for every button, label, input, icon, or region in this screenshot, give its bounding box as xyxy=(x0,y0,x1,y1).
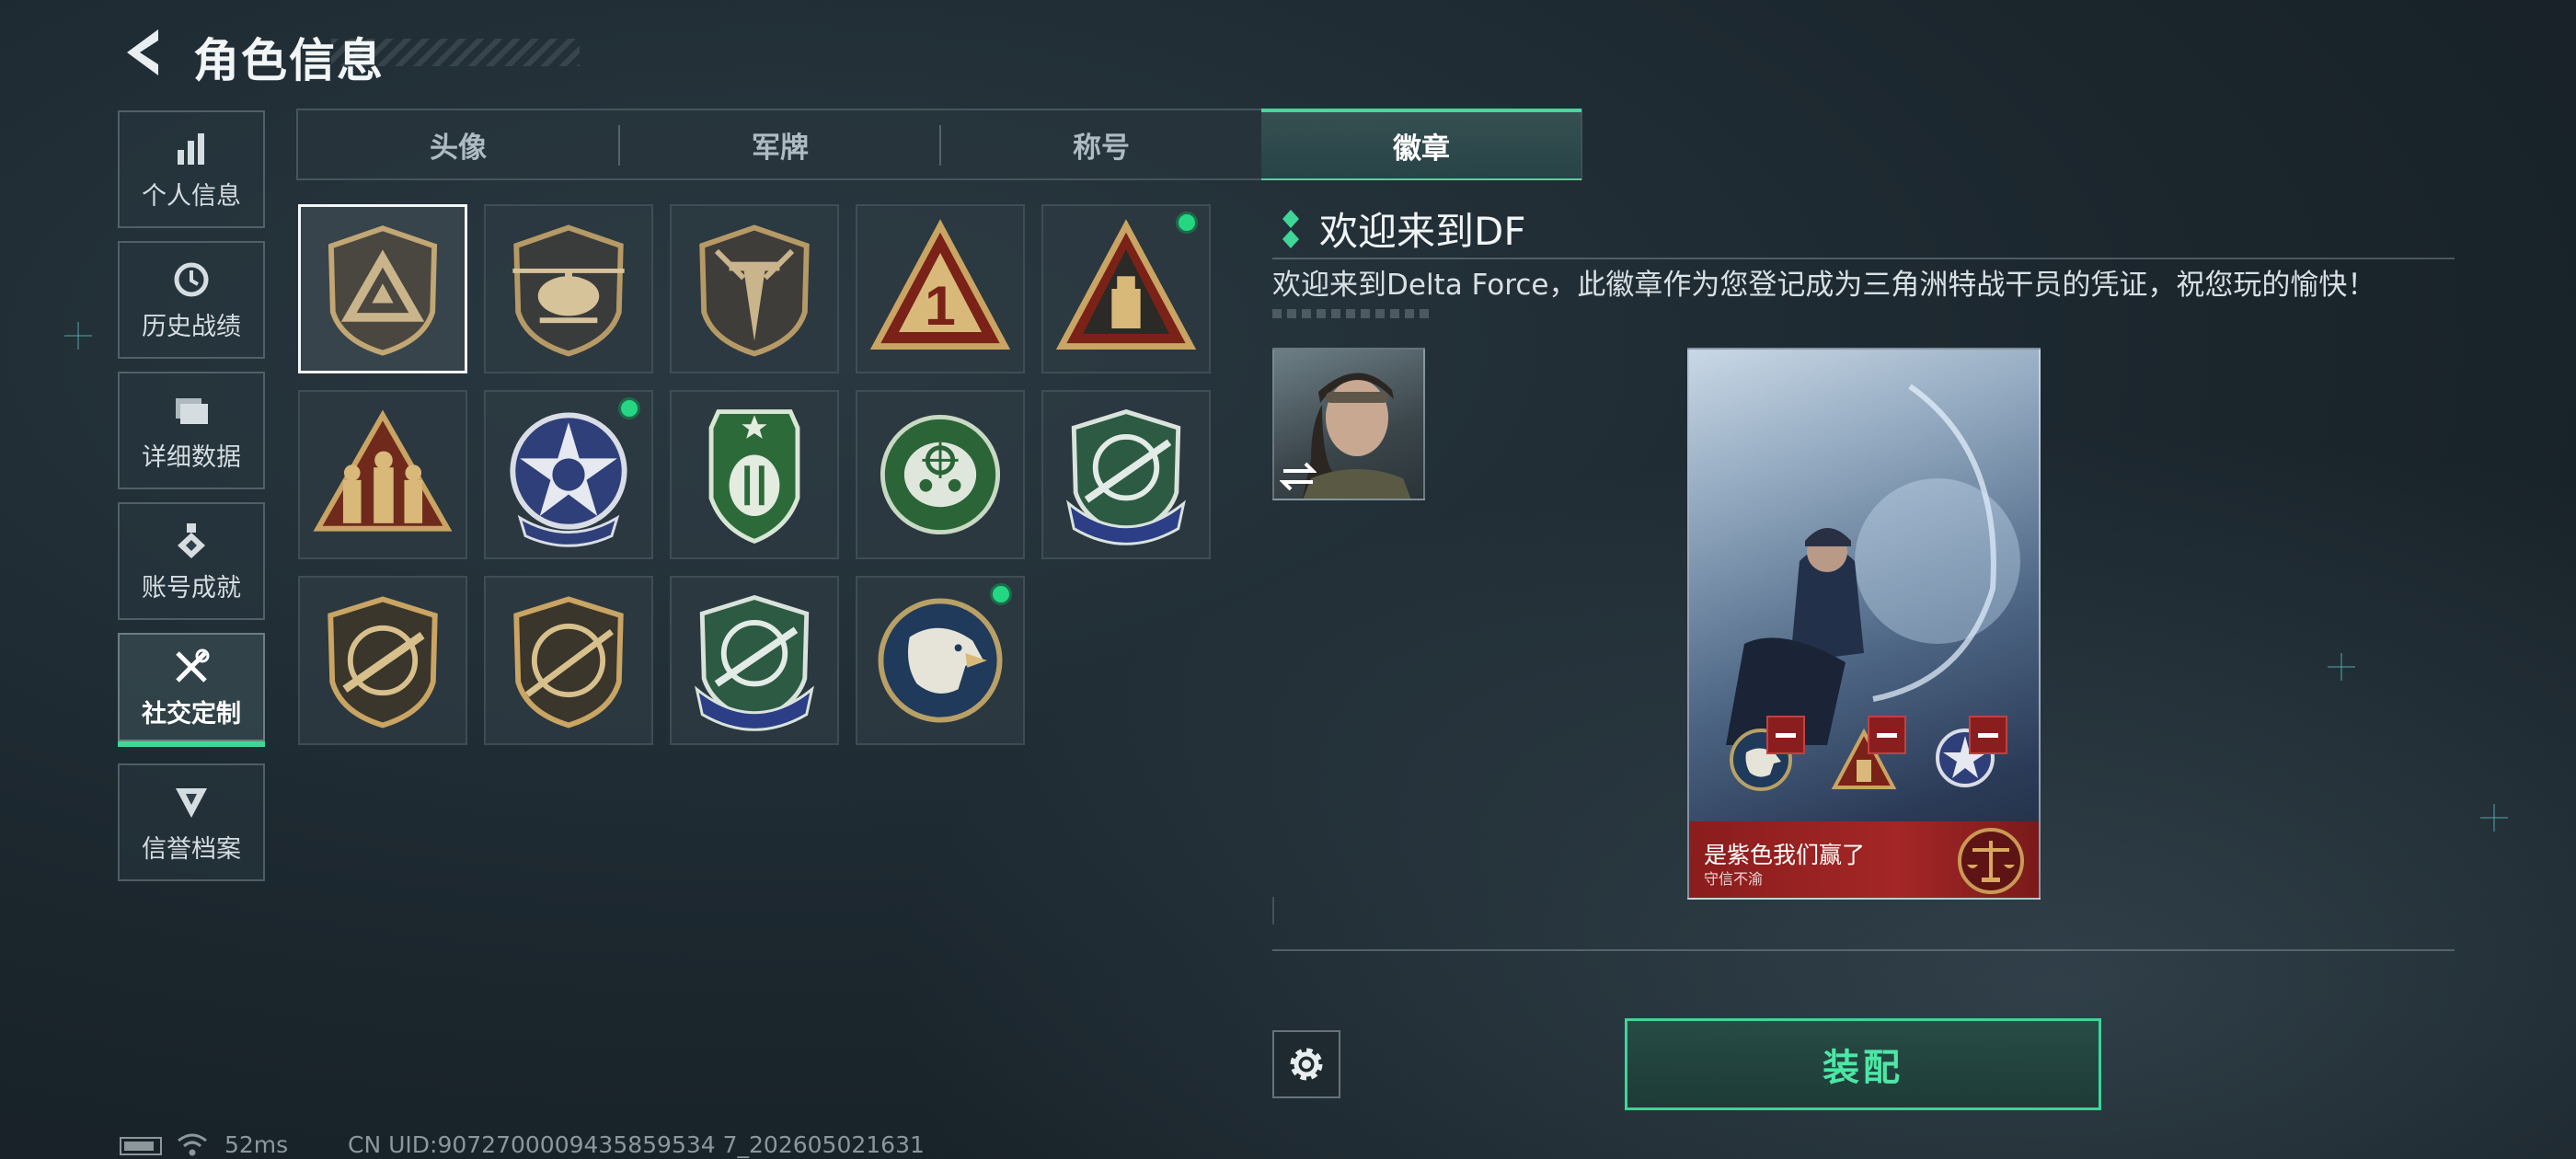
svg-text:1: 1 xyxy=(925,274,956,337)
tab-badge[interactable]: 徽章 xyxy=(1261,109,1581,180)
number-one-triangle-badge-icon: 1 xyxy=(869,219,1011,350)
swap-arrows-icon[interactable] xyxy=(1280,458,1317,495)
badge-cell[interactable] xyxy=(1041,390,1211,559)
delta-triangle-badge-icon xyxy=(328,225,438,356)
remove-badge-button[interactable] xyxy=(1868,716,1906,754)
minus-icon xyxy=(1776,732,1796,738)
badge-cell[interactable] xyxy=(670,576,839,745)
remove-badge-button[interactable] xyxy=(1766,716,1805,754)
badge-cell[interactable] xyxy=(298,390,467,559)
divider xyxy=(1272,258,2455,259)
ping-text: 52ms xyxy=(224,1131,289,1158)
shield-rank-icon xyxy=(176,787,207,818)
nav-label: 账号成就 xyxy=(142,573,241,602)
badge-cell[interactable] xyxy=(298,204,467,373)
rifle-crosshair-gold-badge-icon xyxy=(328,596,438,729)
rifle-crosshair-blue-badge-icon xyxy=(1066,408,1186,545)
nav-item-reputation[interactable]: 信誉档案 xyxy=(118,763,265,881)
badge-cell[interactable] xyxy=(484,576,653,745)
gear-icon xyxy=(1290,1048,1323,1081)
bar-chart-icon xyxy=(178,132,204,165)
helicopter-badge-icon xyxy=(512,224,625,357)
badge-name: 欢迎来到DF xyxy=(1319,209,1526,254)
wifi-icon xyxy=(178,1133,207,1156)
nav-label: 信誉档案 xyxy=(142,834,241,864)
green-shield-emblem-badge-icon xyxy=(708,409,800,545)
badge-cell[interactable] xyxy=(670,204,839,373)
badge-cell[interactable] xyxy=(670,390,839,559)
folder-icon xyxy=(176,397,208,424)
badge-cell[interactable] xyxy=(484,204,653,373)
new-indicator-dot xyxy=(990,583,1012,605)
nav-item-social-customization[interactable]: 社交定制 xyxy=(118,633,265,741)
scales-of-justice-icon xyxy=(1958,828,2024,894)
badge-cell[interactable] xyxy=(298,576,467,745)
nav-item-achievements[interactable]: 账号成就 xyxy=(118,502,265,620)
dagger-shield-badge-icon xyxy=(699,224,810,357)
tools-wrench-icon xyxy=(176,648,210,683)
equip-button[interactable]: 装配 xyxy=(1625,1018,2101,1110)
achievement-medal-icon xyxy=(178,522,205,558)
divider xyxy=(1272,949,2455,951)
settings-button[interactable] xyxy=(1272,1030,1340,1098)
nav-item-personal-info[interactable]: 个人信息 xyxy=(118,110,265,228)
badge-description: 欢迎来到Delta Force，此徽章作为您登记成为三角洲特战干员的凭证，祝您玩… xyxy=(1272,269,2376,302)
nav-item-detailed-data[interactable]: 详细数据 xyxy=(118,372,265,489)
crosshair-decoration-icon xyxy=(2328,653,2355,681)
title-decoration xyxy=(331,39,580,66)
nav-label: 社交定制 xyxy=(142,699,241,729)
history-clock-icon xyxy=(174,262,209,296)
rifle-crosshair-blue-banner-badge-icon xyxy=(695,594,814,731)
tab-title[interactable]: 称号 xyxy=(941,109,1261,180)
badge-cell[interactable] xyxy=(856,390,1025,559)
badge-cell[interactable]: 1 xyxy=(856,204,1025,373)
frame-line xyxy=(1272,897,1274,924)
nav-label: 历史战绩 xyxy=(142,312,241,341)
badge-preview-card xyxy=(1687,348,2041,900)
battery-icon xyxy=(120,1137,162,1155)
card-player-name: 是紫色我们赢了 xyxy=(1704,842,1866,868)
new-indicator-dot xyxy=(1176,212,1198,234)
minus-icon xyxy=(1978,732,1998,738)
title-marker-icon xyxy=(1282,210,1299,248)
nav-label: 详细数据 xyxy=(142,442,241,472)
faded-subtext xyxy=(1272,309,1433,318)
nav-item-history[interactable]: 历史战绩 xyxy=(118,241,265,359)
tab-avatar[interactable]: 头像 xyxy=(298,109,618,180)
green-skull-crosshair-badge-icon xyxy=(880,414,1001,535)
remove-badge-button[interactable] xyxy=(1969,716,2007,754)
soldiers-triangle-badge-icon xyxy=(313,409,453,532)
avatar[interactable] xyxy=(1272,348,1425,500)
uid-text: CN UID:9072700009435859534 7_20260502163… xyxy=(348,1131,925,1158)
minus-icon xyxy=(1877,732,1897,738)
card-subtitle: 守信不渝 xyxy=(1704,870,1764,888)
card-artwork-icon xyxy=(1726,384,2020,745)
nav-label: 个人信息 xyxy=(142,181,241,211)
nav-active-indicator xyxy=(118,741,265,747)
crosshair-decoration-icon xyxy=(64,322,92,350)
crosshair-decoration-icon xyxy=(2480,804,2508,832)
back-arrow-icon[interactable] xyxy=(120,28,166,77)
new-indicator-dot xyxy=(618,397,640,419)
sniper-crosshair-gold-badge-icon xyxy=(513,596,624,729)
tab-dog-tag[interactable]: 军牌 xyxy=(620,109,940,180)
